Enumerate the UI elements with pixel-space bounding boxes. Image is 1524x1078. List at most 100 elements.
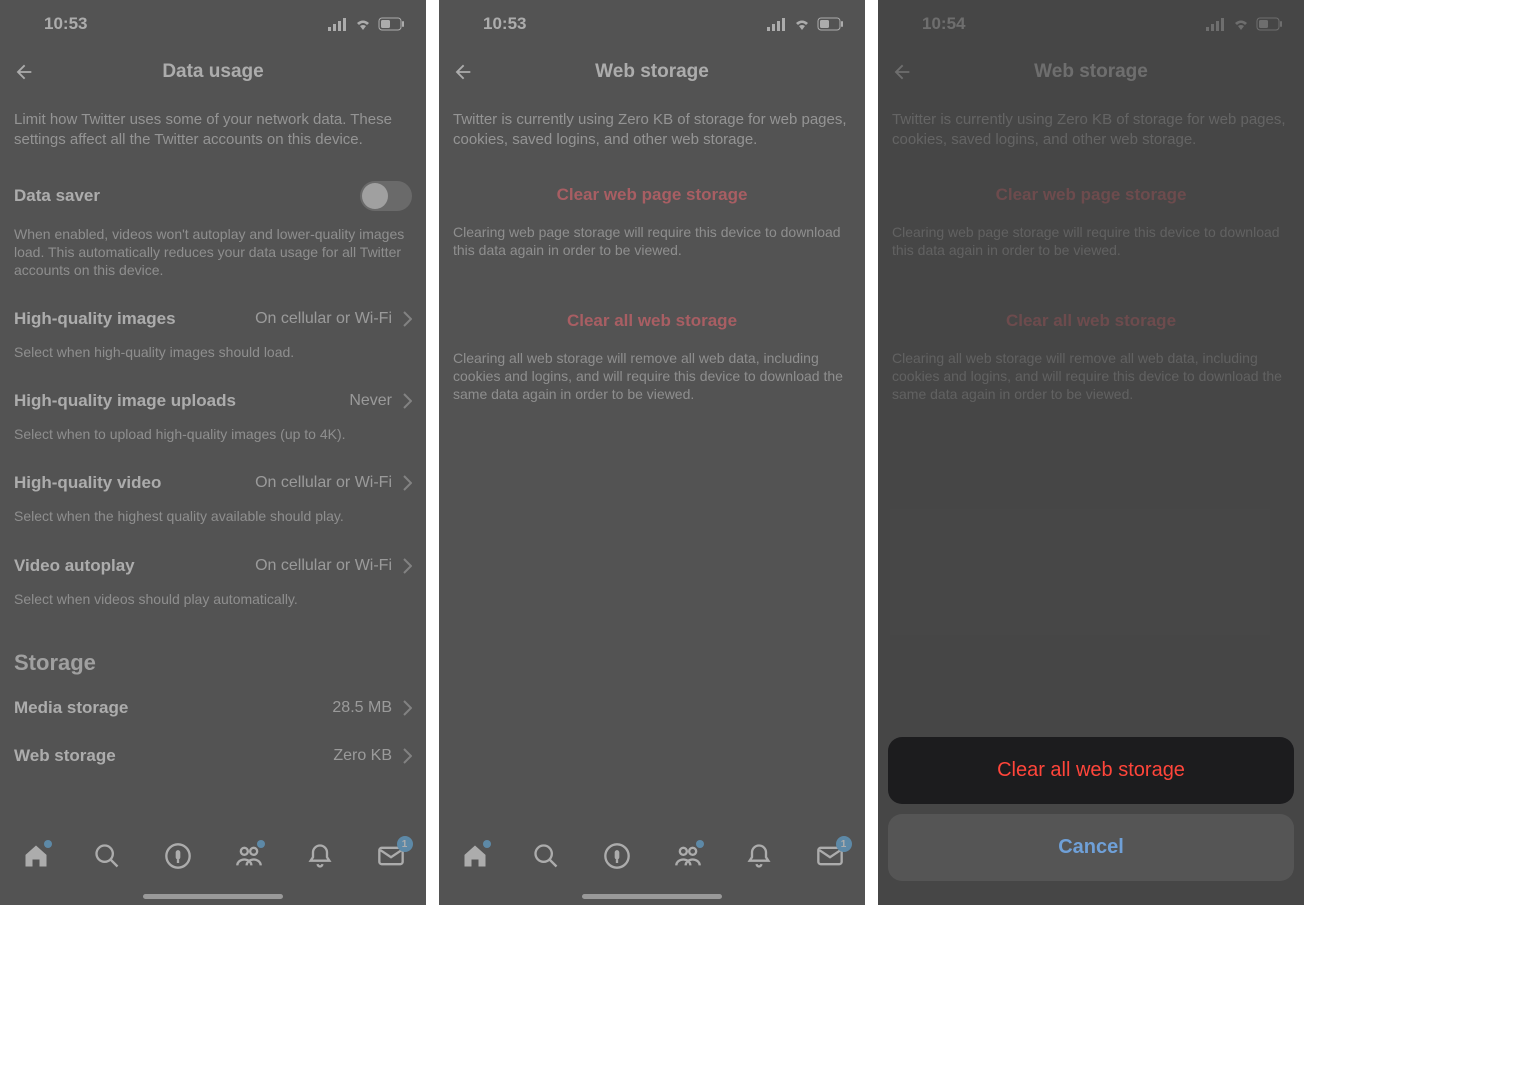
wifi-icon [354, 17, 372, 31]
search-icon [93, 842, 121, 870]
chevron-right-icon [402, 475, 412, 491]
battery-icon [1256, 17, 1284, 31]
status-bar: 10:53 [439, 0, 865, 48]
tab-messages[interactable]: 1 [377, 842, 405, 870]
data-saver-row[interactable]: Data saver [0, 167, 426, 225]
tab-notifications[interactable] [306, 842, 334, 870]
arrow-left-icon [13, 61, 35, 83]
tab-spaces[interactable] [164, 842, 192, 870]
nav-header: Data usage [0, 48, 426, 96]
clear-all-desc: Clearing all web storage will remove all… [439, 349, 865, 420]
page-title: Web storage [439, 61, 865, 83]
bell-icon [306, 842, 334, 870]
bell-icon [745, 842, 773, 870]
notification-dot [483, 840, 491, 848]
hq-images-row[interactable]: High-quality images On cellular or Wi-Fi [0, 295, 426, 343]
clear-all-desc: Clearing all web storage will remove all… [878, 349, 1304, 420]
confirm-clear-button[interactable]: Clear all web storage [888, 737, 1294, 804]
status-bar: 10:53 [0, 0, 426, 48]
tab-search[interactable] [532, 842, 560, 870]
mic-icon [164, 842, 192, 870]
tab-search[interactable] [93, 842, 121, 870]
page-title: Web storage [878, 61, 1304, 83]
status-time: 10:53 [44, 14, 87, 34]
screen-web-storage: 10:53 Web storage Twitter is currently u… [439, 0, 865, 905]
cellular-icon [1206, 17, 1226, 31]
battery-icon [817, 17, 845, 31]
clear-page-desc: Clearing web page storage will require t… [878, 223, 1304, 275]
status-icons [328, 17, 406, 31]
hq-video-label: High-quality video [14, 473, 161, 493]
arrow-left-icon [452, 61, 474, 83]
intro-text: Twitter is currently using Zero KB of st… [878, 96, 1304, 167]
wifi-icon [1232, 17, 1250, 31]
home-indicator[interactable] [582, 894, 722, 899]
clear-page-storage-button[interactable]: Clear web page storage [439, 167, 865, 223]
cellular-icon [767, 17, 787, 31]
hq-uploads-row[interactable]: High-quality image uploads Never [0, 377, 426, 425]
notification-dot [257, 840, 265, 848]
media-storage-row[interactable]: Media storage 28.5 MB [0, 684, 426, 732]
chevron-right-icon [402, 558, 412, 574]
tab-spaces[interactable] [603, 842, 631, 870]
wifi-icon [793, 17, 811, 31]
web-storage-value: Zero KB [333, 747, 392, 765]
clear-all-storage-button[interactable]: Clear all web storage [439, 293, 865, 349]
autoplay-desc: Select when videos should play automatic… [0, 590, 426, 624]
tab-communities[interactable] [235, 842, 263, 870]
chevron-right-icon [402, 748, 412, 764]
screen-data-usage: 10:53 Data usage Limit how Twitter uses … [0, 0, 426, 905]
hq-uploads-desc: Select when to upload high-quality image… [0, 425, 426, 459]
tab-bar: 1 [439, 825, 865, 905]
message-badge: 1 [397, 836, 413, 852]
media-storage-label: Media storage [14, 698, 128, 718]
autoplay-label: Video autoplay [14, 556, 135, 576]
battery-icon [378, 17, 406, 31]
arrow-left-icon [891, 61, 913, 83]
hq-images-label: High-quality images [14, 309, 176, 329]
back-button[interactable] [878, 48, 926, 96]
media-storage-value: 28.5 MB [332, 699, 392, 717]
search-icon [532, 842, 560, 870]
nav-header: Web storage [878, 48, 1304, 96]
clear-all-storage-button[interactable]: Clear all web storage [878, 293, 1304, 349]
tab-notifications[interactable] [745, 842, 773, 870]
cellular-icon [328, 17, 348, 31]
mic-icon [603, 842, 631, 870]
hq-video-value: On cellular or Wi-Fi [255, 474, 392, 492]
tab-home[interactable] [461, 842, 489, 870]
status-time: 10:53 [483, 14, 526, 34]
data-saver-toggle[interactable] [360, 181, 412, 211]
tab-messages[interactable]: 1 [816, 842, 844, 870]
data-saver-label: Data saver [14, 186, 100, 206]
status-time: 10:54 [922, 14, 965, 34]
hq-images-value: On cellular or Wi-Fi [255, 310, 392, 328]
intro-text: Limit how Twitter uses some of your netw… [0, 96, 426, 167]
storage-heading: Storage [0, 624, 426, 684]
data-saver-desc: When enabled, videos won't autoplay and … [0, 225, 426, 296]
web-storage-row[interactable]: Web storage Zero KB [0, 732, 426, 780]
back-button[interactable] [0, 48, 48, 96]
page-title: Data usage [0, 61, 426, 83]
action-sheet: Clear all web storage Cancel [888, 737, 1294, 891]
chevron-right-icon [402, 700, 412, 716]
clear-page-storage-button[interactable]: Clear web page storage [878, 167, 1304, 223]
cancel-button[interactable]: Cancel [888, 814, 1294, 881]
hq-video-row[interactable]: High-quality video On cellular or Wi-Fi [0, 459, 426, 507]
nav-header: Web storage [439, 48, 865, 96]
back-button[interactable] [439, 48, 487, 96]
web-storage-label: Web storage [14, 746, 116, 766]
tab-home[interactable] [22, 842, 50, 870]
autoplay-value: On cellular or Wi-Fi [255, 557, 392, 575]
intro-text: Twitter is currently using Zero KB of st… [439, 96, 865, 167]
status-icons [1206, 17, 1284, 31]
home-indicator[interactable] [143, 894, 283, 899]
hq-uploads-label: High-quality image uploads [14, 391, 236, 411]
tab-bar: 1 [0, 825, 426, 905]
autoplay-row[interactable]: Video autoplay On cellular or Wi-Fi [0, 542, 426, 590]
hq-images-desc: Select when high-quality images should l… [0, 343, 426, 377]
notification-dot [44, 840, 52, 848]
tab-communities[interactable] [674, 842, 702, 870]
hq-uploads-value: Never [349, 392, 392, 410]
screen-confirm-clear: 10:54 Web storage Twitter is currently u… [878, 0, 1304, 905]
